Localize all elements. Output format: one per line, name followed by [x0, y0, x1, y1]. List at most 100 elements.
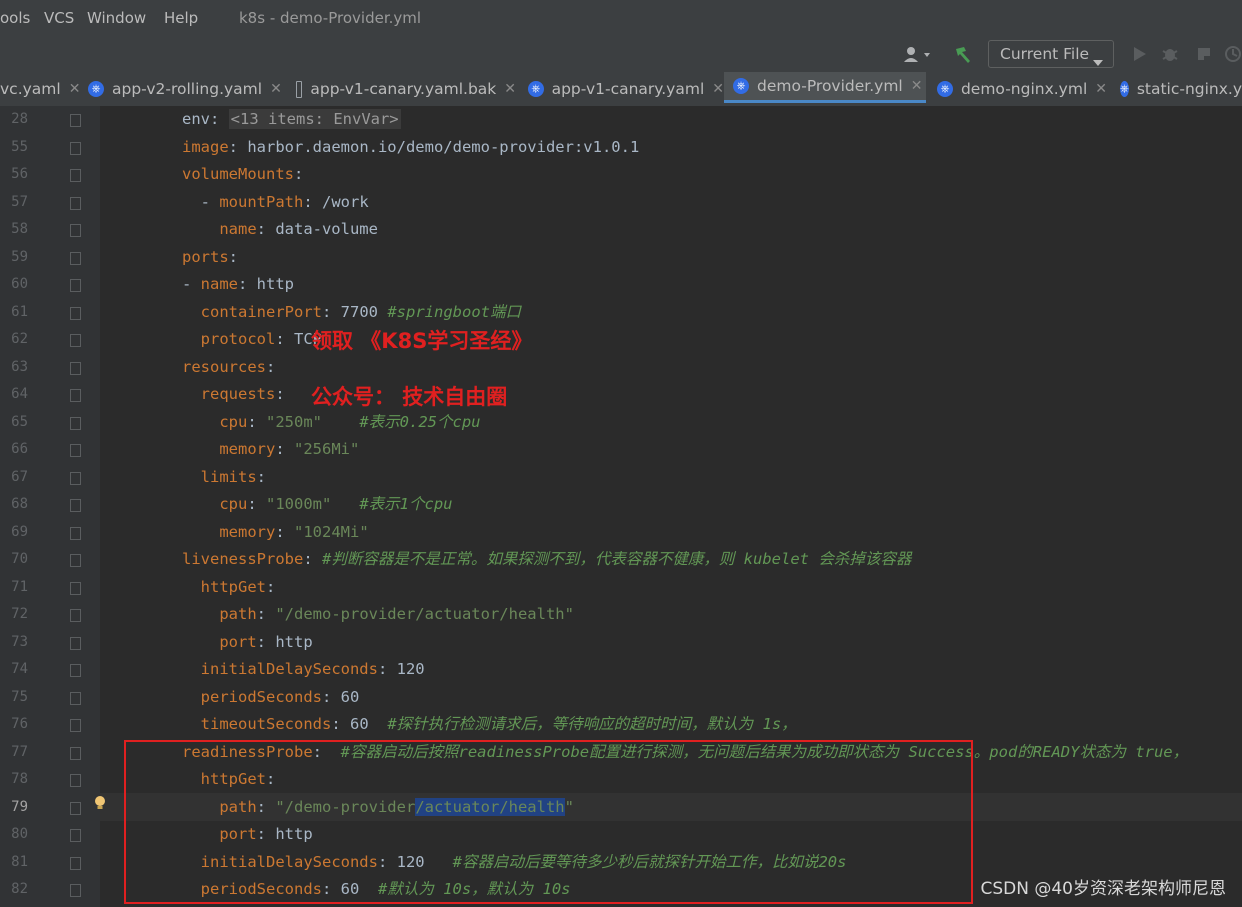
- fold-marker-icon[interactable]: [70, 444, 81, 457]
- line-number: 63: [11, 358, 28, 375]
- fold-marker-icon[interactable]: [70, 829, 81, 842]
- fold-marker-icon[interactable]: [70, 746, 81, 760]
- fold-marker-icon[interactable]: [70, 389, 81, 402]
- code-line[interactable]: memory: "256Mi": [182, 436, 359, 464]
- menu-vcs[interactable]: VCS: [44, 9, 74, 27]
- code-key: requests: [200, 385, 276, 403]
- code-text: <13 items: EnvVar>: [228, 109, 401, 129]
- code-line[interactable]: protocol: TCP: [182, 326, 322, 354]
- menu-help[interactable]: Help: [164, 9, 198, 27]
- lightbulb-icon[interactable]: [94, 795, 106, 809]
- watermark: CSDN @40岁资深老架构师尼恩: [980, 879, 1226, 899]
- code-line[interactable]: periodSeconds: 60: [182, 684, 360, 712]
- code-line[interactable]: - name: http: [182, 271, 294, 299]
- file-icon: [296, 80, 303, 98]
- code-line[interactable]: - mountPath: /work: [182, 189, 369, 217]
- fold-marker-icon[interactable]: [70, 884, 81, 897]
- code-line[interactable]: path: "/demo-provider/actuator/health": [182, 601, 574, 629]
- code-line[interactable]: requests:: [182, 381, 285, 409]
- code-line[interactable]: timeoutSeconds: 60 #探针执行检测请求后，等待响应的超时时间，…: [182, 711, 797, 739]
- code-text: : 60: [331, 715, 388, 733]
- line-number: 77: [11, 743, 28, 760]
- user-icon[interactable]: [902, 45, 932, 63]
- tab-static-nginx[interactable]: ⎈ static-nginx.y: [1120, 72, 1242, 106]
- code-text: :: [247, 495, 266, 513]
- k8s-icon: ⎈: [528, 81, 544, 97]
- tab-app-v1-canary-bak[interactable]: app-v1-canary.yaml.bak ✕: [296, 72, 516, 106]
- code-line[interactable]: name: data-volume: [182, 216, 378, 244]
- fold-marker-icon[interactable]: [70, 334, 81, 347]
- fold-marker-icon[interactable]: [70, 471, 81, 485]
- fold-marker-icon[interactable]: [70, 279, 81, 292]
- fold-marker-icon[interactable]: [70, 801, 81, 815]
- fold-marker-icon[interactable]: [70, 114, 81, 127]
- code-line[interactable]: livenessProbe: #判断容器是不是正常。如果探测不到，代表容器不健康…: [182, 546, 911, 574]
- run-icon[interactable]: [1133, 46, 1147, 66]
- code-line[interactable]: httpGet:: [182, 574, 276, 602]
- debug-icon[interactable]: [1161, 45, 1179, 67]
- menu-tools[interactable]: ools: [0, 9, 30, 27]
- tab-app-v2-rolling[interactable]: ⎈ app-v2-rolling.yaml ✕: [88, 72, 288, 106]
- fold-marker-icon[interactable]: [70, 856, 81, 870]
- code-line[interactable]: containerPort: 7700 #springboot端口: [182, 299, 521, 327]
- code-line[interactable]: env: <13 items: EnvVar>: [182, 106, 401, 134]
- code-line[interactable]: resources:: [182, 354, 275, 382]
- tab-label: static-nginx.y: [1136, 80, 1242, 98]
- code-text: :: [275, 522, 294, 541]
- coverage-icon[interactable]: [1195, 45, 1213, 67]
- fold-marker-icon[interactable]: [70, 306, 81, 320]
- code-line[interactable]: image: harbor.daemon.io/demo/demo-provid…: [182, 134, 639, 162]
- fold-marker-icon[interactable]: [70, 196, 81, 210]
- code-line[interactable]: initialDelaySeconds: 120: [182, 656, 425, 684]
- fold-marker-icon[interactable]: [70, 169, 81, 182]
- build-hammer-icon[interactable]: [953, 44, 975, 64]
- fold-marker-icon[interactable]: [70, 251, 81, 265]
- code-line[interactable]: ports:: [182, 244, 238, 272]
- fold-marker-icon[interactable]: [70, 581, 81, 595]
- code-key: livenessProbe: [182, 550, 304, 568]
- close-icon[interactable]: ✕: [504, 81, 516, 97]
- close-icon[interactable]: ✕: [1095, 81, 1107, 97]
- fold-marker-icon[interactable]: [70, 719, 81, 732]
- code-line[interactable]: volumeMounts:: [182, 161, 303, 189]
- window-title: k8s - demo-Provider.yml: [239, 9, 422, 27]
- run-config-select[interactable]: Current File: [988, 40, 1114, 68]
- code-line[interactable]: cpu: "1000m" #表示1个cpu: [182, 491, 452, 519]
- fold-marker-icon[interactable]: [70, 499, 81, 512]
- code-line[interactable]: cpu: "250m" #表示0.25个cpu: [182, 409, 480, 437]
- tab-svc-yaml[interactable]: vc.yaml ✕: [0, 72, 80, 106]
- fold-marker-icon[interactable]: [70, 609, 81, 622]
- code-line[interactable]: limits:: [182, 464, 266, 492]
- line-number: 74: [11, 661, 28, 677]
- tab-app-v1-canary[interactable]: ⎈ app-v1-canary.yaml ✕: [528, 72, 724, 106]
- fold-marker-icon[interactable]: [70, 141, 81, 155]
- fold-marker-icon[interactable]: [70, 664, 81, 677]
- fold-marker-icon[interactable]: [70, 416, 81, 430]
- code-text: : http: [256, 632, 313, 651]
- fold-marker-icon[interactable]: [70, 361, 81, 375]
- fold-marker-icon[interactable]: [70, 774, 81, 787]
- tab-demo-provider[interactable]: ⎈ demo-Provider.yml ✕: [724, 72, 926, 103]
- close-icon[interactable]: ✕: [911, 78, 923, 94]
- fold-marker-icon[interactable]: [70, 636, 81, 650]
- close-icon[interactable]: ✕: [712, 81, 724, 97]
- profiler-icon[interactable]: [1224, 45, 1242, 67]
- menu-window[interactable]: Window: [87, 9, 146, 27]
- fold-marker-icon[interactable]: [70, 526, 81, 540]
- fold-marker-icon[interactable]: [70, 691, 81, 705]
- close-icon[interactable]: ✕: [270, 81, 282, 97]
- close-icon[interactable]: ✕: [69, 81, 81, 97]
- fold-marker-icon[interactable]: [70, 224, 81, 237]
- code-line[interactable]: port: http: [182, 629, 313, 657]
- code-text: -: [182, 275, 201, 293]
- code-line[interactable]: memory: "1024Mi": [182, 519, 368, 547]
- tab-demo-nginx[interactable]: ⎈ demo-nginx.yml ✕: [937, 72, 1107, 106]
- fold-marker-icon[interactable]: [70, 554, 81, 567]
